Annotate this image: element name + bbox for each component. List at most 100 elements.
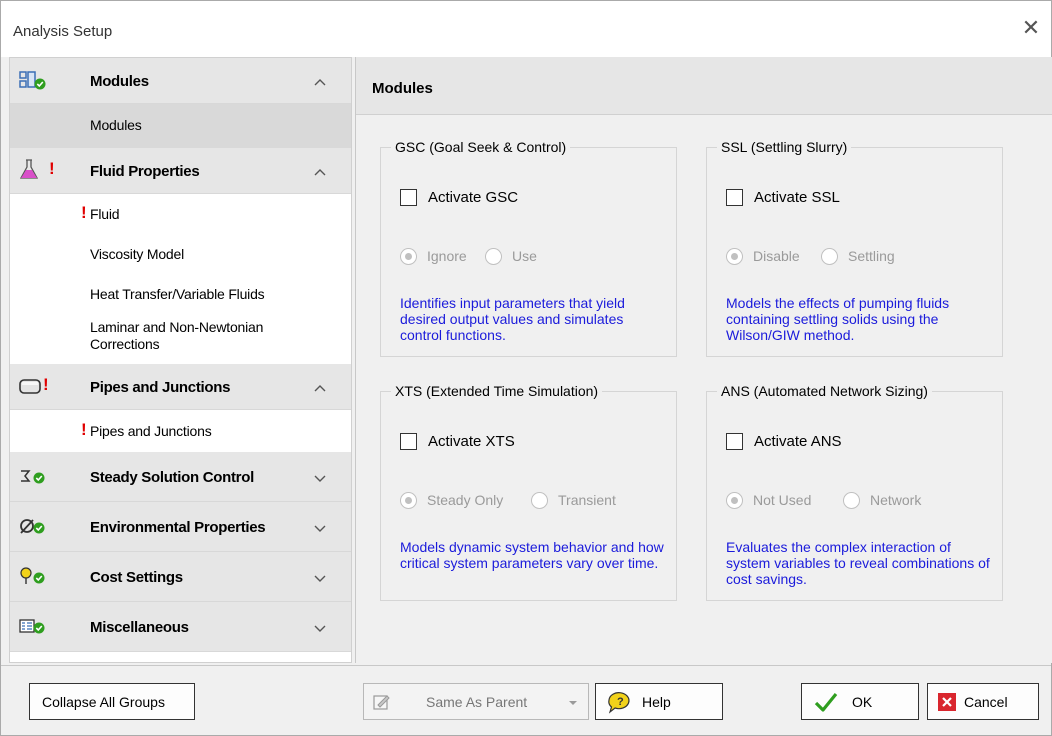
- activate-xts-checkbox[interactable]: [400, 433, 417, 450]
- sidebar-item-modules[interactable]: Modules: [10, 104, 351, 148]
- radio-network: [843, 492, 860, 509]
- cancel-icon: [938, 693, 956, 711]
- close-icon[interactable]: ✕: [1019, 17, 1043, 41]
- radio-label: Transient: [558, 492, 616, 508]
- warning-icon: !: [43, 375, 49, 394]
- button-label: Help: [642, 694, 671, 710]
- group-label: Steady Solution Control: [90, 469, 254, 486]
- module-ssl: SSL (Settling Slurry) Activate SSL Disab…: [706, 139, 1003, 357]
- pipe-icon: [19, 379, 41, 394]
- radio-use: [485, 248, 502, 265]
- environment-icon: [20, 519, 45, 534]
- chevron-down-icon[interactable]: [313, 471, 327, 485]
- module-xts: XTS (Extended Time Simulation) Activate …: [380, 383, 677, 601]
- group-label: Miscellaneous: [90, 619, 189, 636]
- radio-label: Disable: [753, 248, 800, 264]
- group-label: Cost Settings: [90, 569, 183, 586]
- title-bar: Analysis Setup ✕: [1, 1, 1051, 57]
- activate-ssl-checkbox[interactable]: [726, 189, 743, 206]
- group-pipes-and-junctions[interactable]: ! Pipes and Junctions: [10, 364, 351, 410]
- radio-label: Ignore: [427, 248, 467, 264]
- chevron-down-icon[interactable]: [313, 521, 327, 535]
- radio-ignore: [400, 248, 417, 265]
- group-fluid-properties[interactable]: ! Fluid Properties: [10, 148, 351, 194]
- module-ans: ANS (Automated Network Sizing) Activate …: [706, 383, 1003, 601]
- panel-title: Modules: [372, 80, 433, 97]
- module-title: SSL (Settling Slurry): [717, 139, 852, 155]
- module-description: Identifies input parameters that yield d…: [400, 295, 625, 343]
- warning-icon: !: [81, 420, 87, 439]
- group-label: Fluid Properties: [90, 163, 200, 180]
- group-steady-solution-control[interactable]: Steady Solution Control: [10, 452, 351, 502]
- sidebar-item-label: Fluid: [90, 206, 120, 222]
- checkbox-label: Activate SSL: [754, 189, 840, 206]
- warning-icon: !: [81, 203, 87, 222]
- group-cost-settings[interactable]: Cost Settings: [10, 552, 351, 602]
- radio-label: Steady Only: [427, 492, 504, 508]
- radio-disable: [726, 248, 743, 265]
- sidebar-item-label: Viscosity Model: [90, 246, 185, 262]
- flask-icon: [19, 159, 39, 179]
- module-gsc: GSC (Goal Seek & Control) Activate GSC I…: [380, 139, 677, 357]
- chevron-up-icon[interactable]: [313, 75, 327, 89]
- sidebar-item-viscosity-model[interactable]: Viscosity Model: [10, 234, 351, 274]
- collapse-all-groups-button[interactable]: Collapse All Groups: [29, 683, 195, 720]
- sidebar-item-label: Heat Transfer/Variable Fluids: [90, 286, 265, 302]
- checkbox-label: Activate GSC: [428, 189, 519, 206]
- chevron-down-icon[interactable]: [313, 621, 327, 635]
- chevron-up-icon[interactable]: [313, 381, 327, 395]
- help-button[interactable]: ? Help: [595, 683, 723, 720]
- sidebar-item-label: Pipes and Junctions: [90, 423, 212, 439]
- activate-gsc-checkbox[interactable]: [400, 189, 417, 206]
- sidebar-item-label: Modules: [90, 117, 142, 133]
- group-label: Pipes and Junctions: [90, 379, 231, 396]
- help-icon: ?: [608, 692, 630, 714]
- modules-icon: [19, 71, 46, 90]
- radio-label: Use: [512, 248, 537, 264]
- ok-button[interactable]: OK: [801, 683, 919, 720]
- chevron-down-icon[interactable]: [313, 571, 327, 585]
- same-as-parent-dropdown[interactable]: Same As Parent: [363, 683, 589, 720]
- group-modules[interactable]: Modules: [10, 58, 351, 104]
- sidebar: Modules Modules ! Fluid Properties ! Flu…: [9, 57, 352, 663]
- chevron-up-icon[interactable]: [313, 165, 327, 179]
- group-miscellaneous[interactable]: Miscellaneous: [10, 602, 351, 652]
- radio-label: Network: [870, 492, 922, 508]
- group-environmental-properties[interactable]: Environmental Properties: [10, 502, 351, 552]
- button-label: Cancel: [964, 694, 1008, 710]
- module-description: Models dynamic system behavior and how c…: [400, 539, 664, 571]
- sidebar-item-fluid[interactable]: ! Fluid: [10, 194, 351, 234]
- sidebar-item-laminar-corrections[interactable]: Laminar and Non-Newtonian Corrections: [10, 314, 351, 364]
- module-description: Models the effects of pumping fluids con…: [726, 295, 950, 343]
- checkmark-icon: [814, 692, 838, 712]
- module-title: XTS (Extended Time Simulation): [391, 383, 603, 399]
- sidebar-item-label: Laminar and Non-Newtonian Corrections: [90, 319, 264, 352]
- button-label: OK: [852, 694, 873, 710]
- svg-text:?: ?: [617, 696, 624, 708]
- main-panel: Modules GSC (Goal Seek & Control) Activa…: [355, 57, 1052, 663]
- cost-icon: [20, 567, 45, 584]
- module-title: GSC (Goal Seek & Control): [391, 139, 571, 155]
- solution-icon: [21, 470, 45, 484]
- group-label: Environmental Properties: [90, 519, 266, 536]
- radio-label: Settling: [848, 248, 895, 264]
- analysis-setup-window: Analysis Setup ✕ Modules Modules ! Fluid…: [0, 0, 1052, 736]
- panel-header: Modules: [356, 57, 1052, 115]
- warning-icon: !: [49, 159, 55, 178]
- module-description: Evaluates the complex interaction of sys…: [726, 539, 990, 587]
- checkbox-label: Activate ANS: [754, 433, 842, 450]
- button-label: Collapse All Groups: [42, 694, 165, 710]
- radio-steady-only: [400, 492, 417, 509]
- radio-label: Not Used: [753, 492, 812, 508]
- cancel-button[interactable]: Cancel: [927, 683, 1039, 720]
- window-title: Analysis Setup: [13, 23, 113, 40]
- group-label: Modules: [90, 73, 149, 90]
- dropdown-label: Same As Parent: [426, 694, 528, 710]
- module-title: ANS (Automated Network Sizing): [717, 383, 932, 399]
- radio-transient: [531, 492, 548, 509]
- sidebar-item-heat-transfer[interactable]: Heat Transfer/Variable Fluids: [10, 274, 351, 314]
- activate-ans-checkbox[interactable]: [726, 433, 743, 450]
- radio-settling: [821, 248, 838, 265]
- misc-icon: [19, 619, 45, 634]
- sidebar-item-pipes-and-junctions[interactable]: ! Pipes and Junctions: [10, 410, 351, 452]
